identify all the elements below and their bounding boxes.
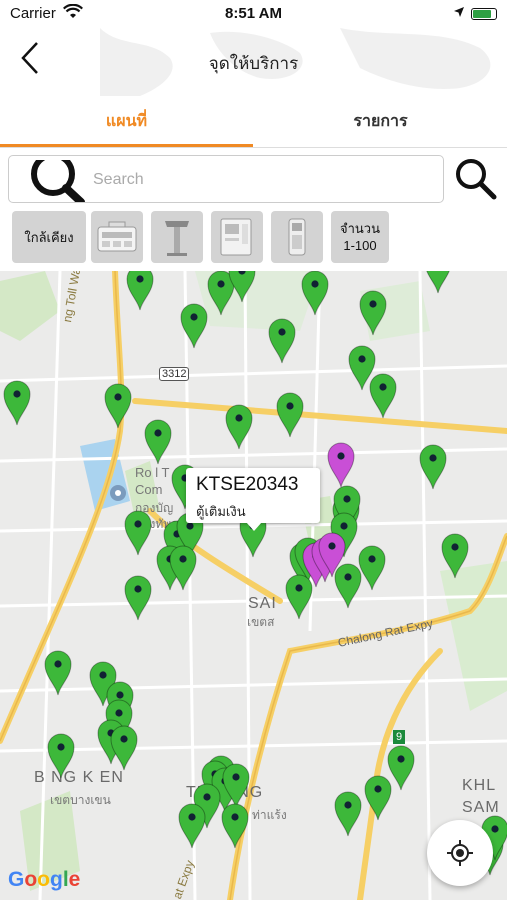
tab-list[interactable]: รายการ — [254, 96, 507, 146]
map-label-royal-1: Ro l T — [135, 465, 170, 480]
service-point-pin[interactable] — [418, 443, 448, 491]
service-point-pin[interactable] — [123, 574, 153, 622]
google-logo: Google — [8, 868, 81, 891]
callout-subtitle: ตู้เติมเงิน — [196, 504, 246, 519]
service-point-pin[interactable] — [267, 317, 297, 365]
location-arrow-icon — [453, 5, 465, 22]
service-point-pin[interactable] — [227, 271, 257, 304]
service-point-pin[interactable] — [333, 790, 363, 838]
search-icon — [31, 160, 85, 202]
nav-bar: จุดให้บริการ — [0, 28, 507, 96]
map-label-khlong: KHL — [462, 777, 497, 794]
service-point-pin[interactable] — [224, 403, 254, 451]
place-marker-icon — [110, 485, 126, 501]
service-point-pin[interactable] — [177, 802, 207, 850]
search-box[interactable] — [8, 155, 444, 203]
map-label-bang-khen-th: เขตบางเขน — [50, 793, 111, 807]
service-point-pin[interactable] — [179, 302, 209, 350]
search-button[interactable] — [454, 157, 498, 201]
service-point-pin[interactable] — [368, 372, 398, 420]
service-point-pin[interactable] — [386, 744, 416, 792]
map-label-royal-2: Com — [135, 482, 163, 497]
search-input[interactable] — [91, 164, 435, 196]
search-icon — [456, 159, 497, 200]
filter-cash-deposit-machine[interactable] — [91, 211, 143, 263]
filter-handheld-device[interactable] — [271, 211, 323, 263]
service-point-pin[interactable] — [43, 649, 73, 697]
cash-deposit-machine-icon — [97, 221, 137, 252]
service-point-pin[interactable] — [109, 724, 139, 772]
service-point-pin[interactable] — [143, 418, 173, 466]
callout-title: KTSE20343 — [196, 474, 299, 495]
road-sign-3312: 3312 — [159, 367, 190, 381]
atm-kiosk-icon — [165, 221, 189, 256]
service-point-pin[interactable] — [2, 379, 32, 427]
map-label-sai: SAI — [248, 595, 277, 612]
topup-kiosk-icon — [220, 218, 252, 256]
service-point-pin[interactable] — [358, 289, 388, 337]
tab-bar: แผนที่ รายการ — [0, 96, 507, 148]
filter-count-line1: จำนวน — [340, 221, 380, 236]
clock: 8:51 AM — [225, 5, 282, 22]
service-point-pin[interactable] — [46, 732, 76, 780]
service-point-pin[interactable] — [220, 802, 250, 850]
filter-atm-kiosk[interactable] — [151, 211, 203, 263]
service-point-pin[interactable] — [300, 271, 330, 317]
service-point-pin[interactable] — [103, 382, 133, 430]
search-row — [0, 148, 507, 208]
page-title: จุดให้บริการ — [208, 54, 299, 73]
service-point-pin[interactable] — [423, 271, 453, 295]
topup-kiosk-pin[interactable] — [326, 441, 356, 489]
filter-count-line2: 1-100 — [343, 238, 377, 253]
station-callout[interactable]: KTSE20343 ตู้เติมเงิน — [186, 468, 320, 531]
service-point-pin[interactable] — [168, 544, 198, 592]
map-label-sai-th: เขตส — [247, 615, 275, 629]
filter-topup-kiosk[interactable] — [211, 211, 263, 263]
callout-tail — [246, 522, 262, 531]
filter-nearby[interactable]: ใกล้เคียง — [12, 211, 86, 263]
filter-count[interactable]: จำนวน 1-100 — [331, 211, 389, 263]
handheld-device-icon — [288, 218, 306, 256]
filter-bar: ใกล้เคียง จำนวน 1-100 — [0, 210, 507, 266]
map-label-tha-raeng-th: ท่าแร้ง — [252, 808, 287, 822]
crosshair-icon — [447, 840, 473, 866]
service-point-pin[interactable] — [125, 271, 155, 312]
service-point-pin[interactable] — [123, 509, 153, 557]
topup-kiosk-pin[interactable] — [317, 531, 347, 579]
service-point-pin[interactable] — [440, 532, 470, 580]
tab-map[interactable]: แผนที่ — [0, 96, 253, 146]
my-location-button[interactable] — [427, 820, 493, 886]
status-bar: Carrier 8:51 AM — [0, 0, 507, 28]
battery-icon — [471, 7, 497, 20]
road-sign-9: 9 — [393, 730, 406, 744]
service-point-pin[interactable] — [275, 391, 305, 439]
map-view[interactable]: SAI เขตส B NG K EN เขตบางเขน TH AENG ท่า… — [0, 271, 507, 900]
